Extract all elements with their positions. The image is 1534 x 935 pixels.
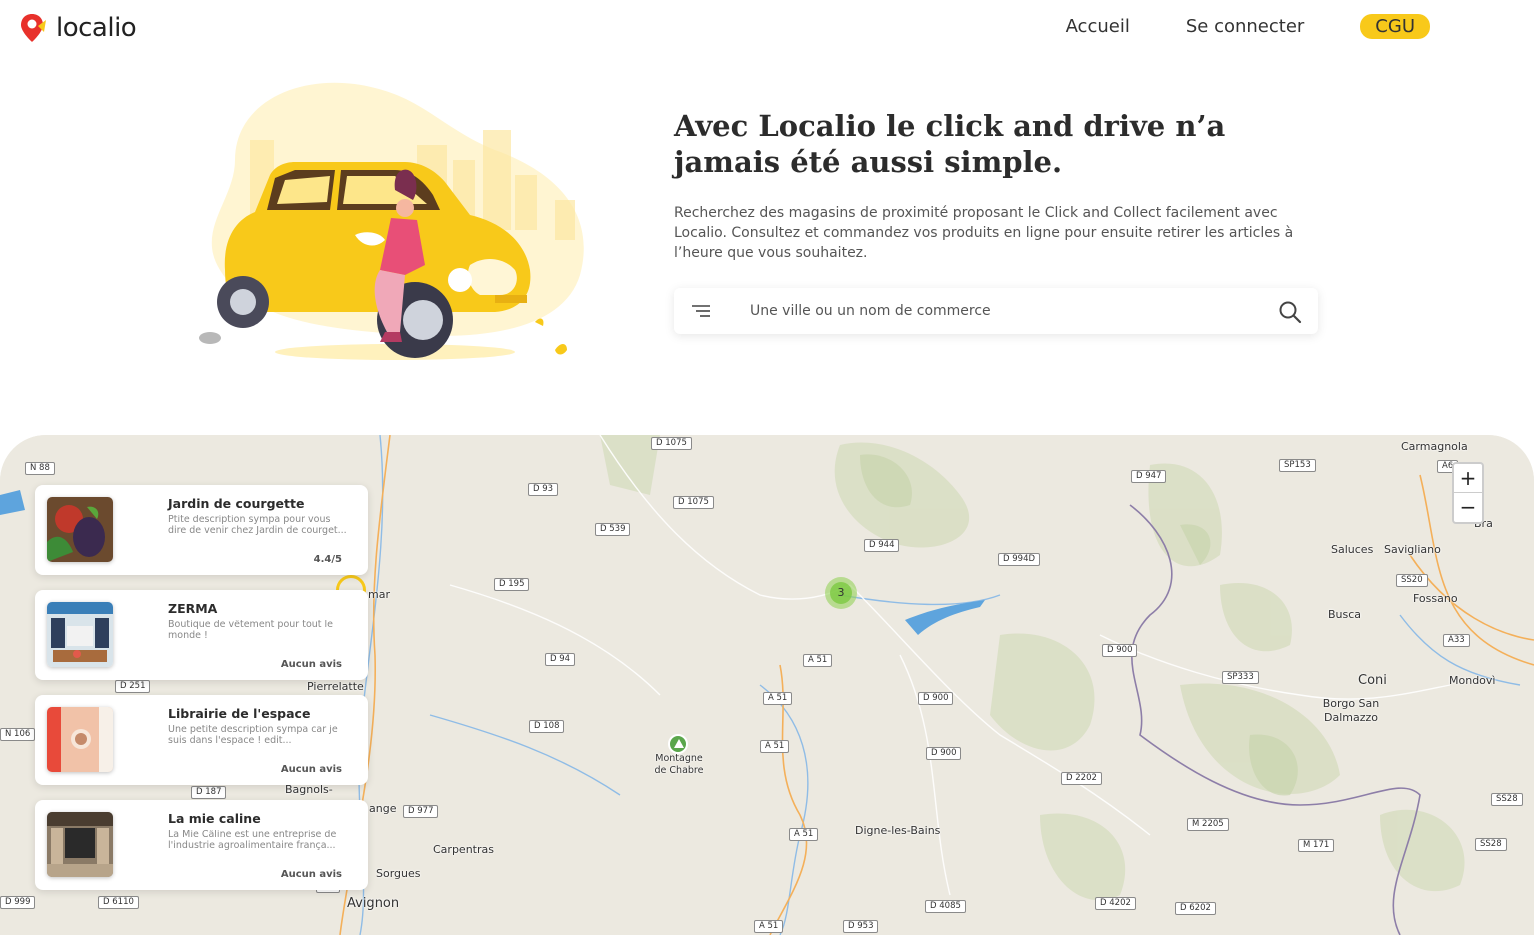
cgu-button[interactable]: CGU: [1360, 14, 1430, 39]
road-label: N 106: [0, 728, 36, 741]
place-label: Borgo San Dalmazzo: [1322, 697, 1380, 724]
road-label: SP333: [1222, 671, 1259, 684]
road-label: N 88: [25, 462, 55, 475]
road-label: A33: [1443, 634, 1470, 647]
road-label: D 195: [494, 578, 530, 591]
shop-card[interactable]: La mie caline La Mie Câline est une entr…: [35, 800, 368, 890]
road-label: D 947: [1131, 470, 1167, 483]
road-label: M 171: [1298, 839, 1335, 852]
road-label: SP153: [1279, 459, 1316, 472]
shop-thumbnail: [47, 602, 113, 667]
shop-description: Une petite description sympa car je suis…: [168, 725, 338, 746]
place-label: Saluces: [1331, 543, 1374, 556]
shop-description: Ptite description sympa pour vous dire d…: [168, 515, 347, 536]
shop-description: Boutique de vêtement pour tout le monde …: [168, 620, 334, 641]
road-label: D 900: [926, 747, 962, 760]
shop-rating: Aucun avis: [280, 659, 342, 670]
zoom-control: + −: [1452, 462, 1484, 524]
nav-home-link[interactable]: Accueil: [1066, 16, 1130, 37]
shop-thumbnail: [47, 497, 113, 562]
road-label: D 1075: [651, 437, 692, 450]
place-label: mar: [368, 588, 390, 601]
road-label: SS28: [1491, 793, 1523, 806]
place-label: Avignon: [347, 896, 400, 911]
hero-description: Recherchez des magasins de proximité pro…: [674, 205, 1294, 261]
place-label: Fossano: [1413, 592, 1458, 605]
map-cluster-marker[interactable]: 3: [825, 577, 857, 609]
road-label: D 4202: [1095, 897, 1136, 910]
place-label: ange: [369, 802, 397, 815]
road-label: D 900: [1102, 644, 1138, 657]
road-label: SS20: [1396, 574, 1428, 587]
shop-rating: Aucun avis: [280, 764, 342, 775]
main-nav: Accueil Se connecter CGU: [1066, 14, 1486, 39]
road-label: D 187: [191, 786, 227, 799]
place-label: Digne-les-Bains: [855, 824, 941, 837]
localio-logo[interactable]: localio: [18, 12, 137, 44]
place-label: Coni: [1358, 673, 1387, 688]
nav-login-link[interactable]: Se connecter: [1186, 16, 1304, 37]
road-label: D 539: [595, 523, 631, 536]
place-label: Carpentras: [433, 843, 494, 856]
road-label: D 900: [918, 692, 954, 705]
shop-name: Librairie de l'espace: [168, 706, 311, 721]
place-label: Pierrelatte: [307, 680, 364, 693]
shop-thumbnail: [47, 812, 113, 877]
shop-rating: 4.4/5: [313, 554, 342, 565]
map-pin-logo-icon: [21, 14, 46, 42]
road-label: A 51: [760, 740, 790, 753]
zoom-out-button[interactable]: −: [1454, 493, 1482, 522]
road-label: D 953: [843, 920, 879, 933]
road-label: A 51: [754, 920, 784, 933]
shop-card[interactable]: Librairie de l'espace Une petite descrip…: [35, 695, 368, 785]
car-illustration: [199, 82, 584, 360]
zoom-in-button[interactable]: +: [1454, 464, 1482, 493]
shop-description: La Mie Câline est une entreprise de l'in…: [168, 830, 337, 851]
road-label: D 1075: [673, 496, 714, 509]
road-label: D 251: [115, 680, 151, 693]
logo-text: localio: [56, 13, 137, 43]
road-label: D 94: [545, 653, 576, 666]
shop-thumbnail: [47, 707, 113, 772]
road-label: D 4085: [925, 900, 966, 913]
place-label: Busca: [1328, 608, 1362, 621]
road-label: D 944: [864, 539, 900, 552]
road-label: A 51: [803, 654, 833, 667]
search-icon[interactable]: [1278, 300, 1302, 324]
mountain-peak-icon[interactable]: [668, 734, 688, 754]
road-label: D 994D: [998, 553, 1041, 566]
shop-card[interactable]: ZERMA Boutique de vêtement pour tout le …: [35, 590, 368, 680]
road-label: D 108: [529, 720, 565, 733]
road-label: A 51: [789, 828, 819, 841]
shop-rating: Aucun avis: [280, 869, 342, 880]
road-label: D 2202: [1061, 772, 1102, 785]
road-label: D 977: [403, 805, 439, 818]
search-input[interactable]: [750, 303, 1250, 319]
road-label: D 6110: [98, 896, 139, 909]
filter-icon[interactable]: [692, 304, 712, 318]
shop-name: Jardin de courgette: [168, 496, 305, 511]
road-label: D 999: [0, 896, 36, 909]
place-label: Carmagnola: [1401, 440, 1468, 453]
shop-name: La mie caline: [168, 811, 261, 826]
road-label: SS28: [1475, 838, 1507, 851]
road-label: D 93: [528, 483, 559, 496]
road-label: M 2205: [1187, 818, 1229, 831]
cluster-count: 3: [830, 582, 852, 604]
road-label: D 6202: [1175, 902, 1216, 915]
page: localio Accueil Se connecter CGU Avec Lo…: [0, 0, 1534, 935]
hero-title: Avec Localio le click and drive n’a jama…: [674, 109, 1226, 179]
shop-card[interactable]: Jardin de courgette Ptite description sy…: [35, 485, 368, 575]
place-label: Montagne de Chabre: [654, 753, 704, 776]
shop-name: ZERMA: [168, 601, 218, 616]
search-bar: [674, 288, 1318, 334]
place-label: Savigliano: [1384, 543, 1441, 556]
road-label: A 51: [763, 692, 793, 705]
place-label: Mondovì: [1449, 674, 1496, 687]
place-label: Sorgues: [376, 867, 421, 880]
